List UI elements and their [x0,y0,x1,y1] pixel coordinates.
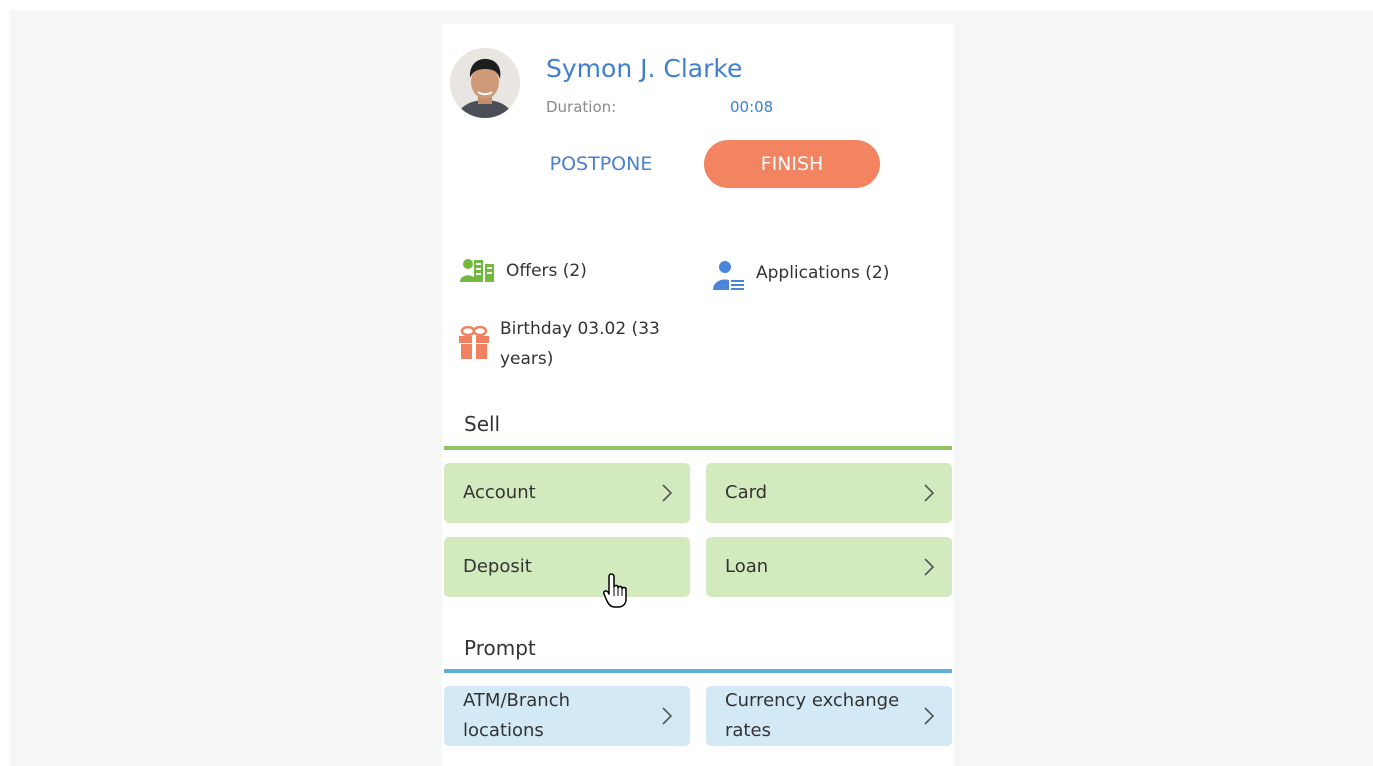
user-document-icon [713,261,746,291]
sell-section-title: Sell [464,412,501,436]
chevron-right-icon [924,484,935,502]
chevron-right-icon [662,707,673,725]
prompt-tile-atm-branch[interactable]: ATM/Branch locations [444,686,690,746]
tile-label: Deposit [463,556,532,577]
sell-divider [444,446,952,450]
contact-name[interactable]: Symon J. Clarke [546,54,742,83]
duration-label: Duration: [546,98,617,116]
tile-label: ATM/Branch locations [463,690,570,741]
offers-label: Offers (2) [506,261,587,281]
chevron-right-icon [924,707,935,725]
duration-value: 00:08 [730,98,774,116]
birthday-label: Birthday 03.02 (33 years) [500,319,660,369]
offers-link[interactable]: Offers (2) [460,256,587,286]
tile-label: Card [725,482,768,503]
birthday-info: Birthday 03.02 (33 years) [458,314,718,374]
contact-panel: Symon J. Clarke Duration: 00:08 POSTPONE… [442,24,954,766]
sell-tile-deposit[interactable]: Deposit [444,537,690,597]
applications-link[interactable]: Applications (2) [712,258,889,292]
tile-label: Loan [725,556,769,577]
sell-tile-account[interactable]: Account [444,463,690,523]
sell-tile-loan[interactable]: Loan [706,537,952,597]
offers-icon [460,259,494,282]
applications-label: Applications (2) [756,263,890,283]
gift-icon [459,326,489,359]
tile-label: Account [463,482,536,503]
finish-button[interactable]: FINISH [704,140,880,188]
sell-tile-card[interactable]: Card [706,463,952,523]
postpone-button[interactable]: POSTPONE [534,140,668,188]
prompt-tile-currency-rates[interactable]: Currency exchange rates [706,686,952,746]
avatar [450,48,520,118]
prompt-section-title: Prompt [464,636,536,660]
person-photo-icon [450,48,520,118]
chevron-right-icon [924,558,935,576]
chevron-right-icon [662,484,673,502]
prompt-divider [444,669,952,673]
tile-label: Currency exchange rates [725,690,900,741]
